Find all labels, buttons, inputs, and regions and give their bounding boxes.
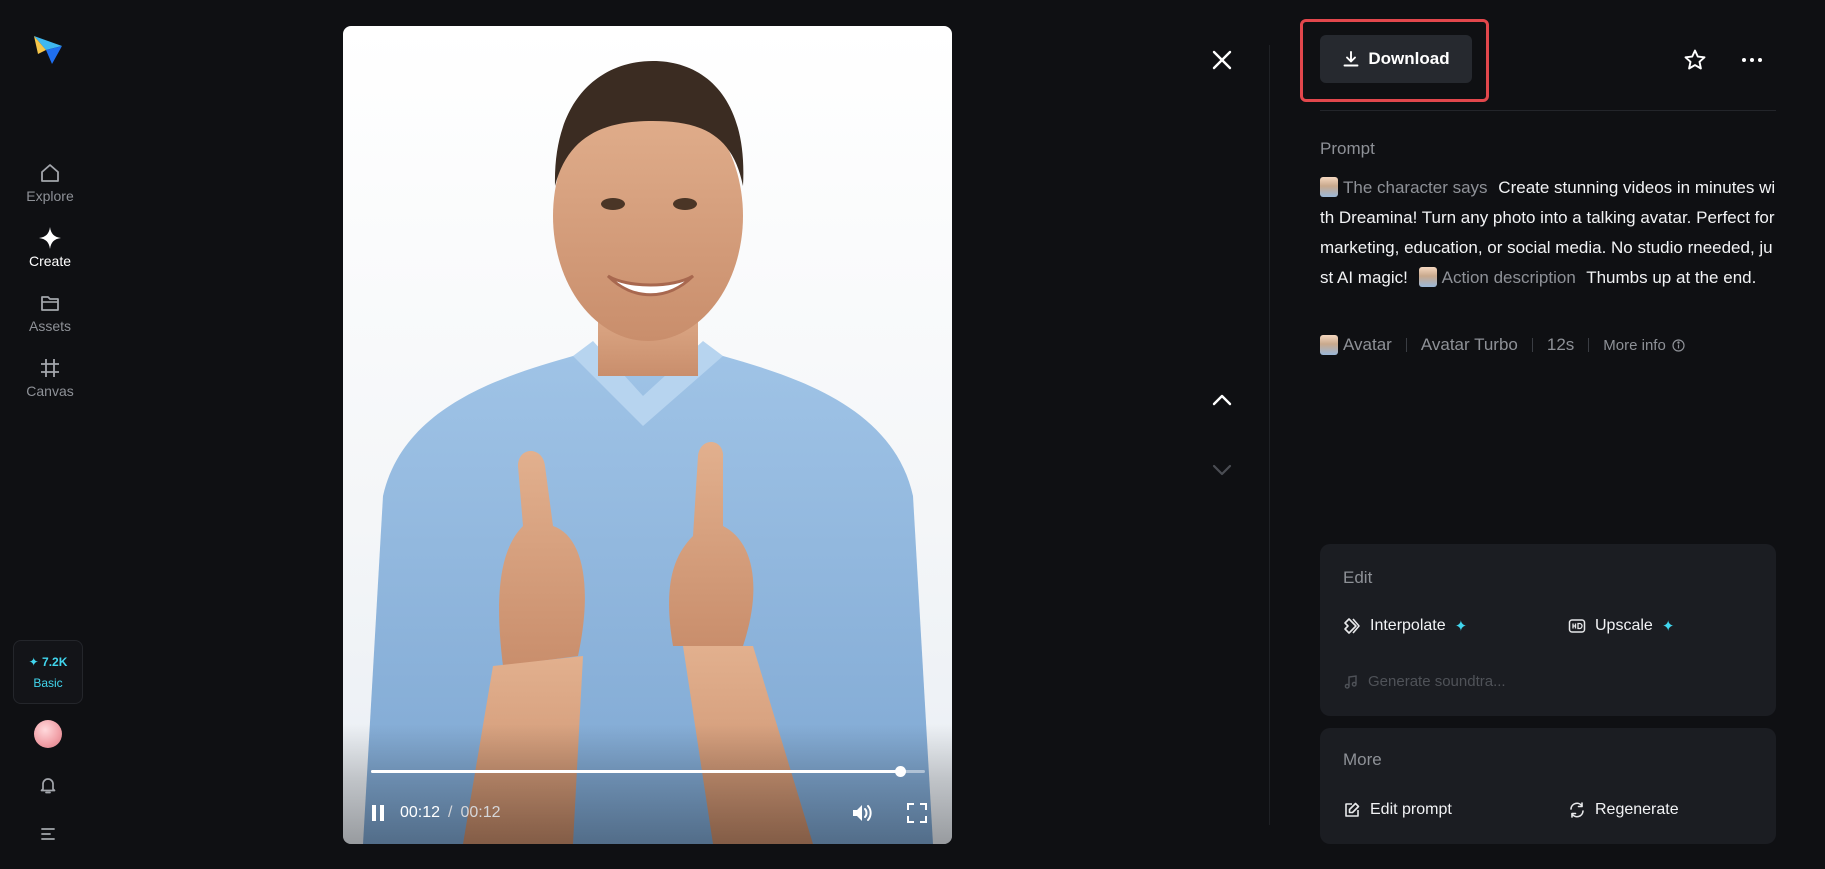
edit-card: Edit Interpolate ✦ Upscale ✦ Generate so…: [1320, 544, 1776, 716]
meta-divider: [1405, 338, 1407, 352]
more-horizontal-icon: [1742, 58, 1762, 62]
more-info-link[interactable]: More info: [1603, 337, 1685, 354]
interpolate-button[interactable]: Interpolate ✦: [1343, 617, 1467, 635]
meta-duration: 12s: [1546, 335, 1575, 354]
next-button[interactable]: [1210, 458, 1234, 482]
sparkle-icon: [38, 226, 62, 250]
volume-icon: [853, 805, 872, 821]
progress-bar[interactable]: [371, 766, 925, 777]
credits-badge[interactable]: ✦ 7.2K Basic: [13, 640, 83, 704]
sidebar-item-label: Assets: [28, 317, 71, 334]
avatar[interactable]: [34, 720, 62, 748]
pause-button[interactable]: [367, 802, 389, 824]
sidebar-item-canvas[interactable]: Canvas: [0, 349, 100, 405]
meta-divider: [1588, 338, 1590, 352]
upscale-button[interactable]: Upscale ✦: [1568, 617, 1674, 635]
character-thumbnail: [1320, 177, 1338, 197]
info-icon: [1672, 338, 1685, 352]
sidebar-item-explore[interactable]: Explore: [0, 154, 100, 210]
edit-icon: [1345, 802, 1360, 817]
prompt-text[interactable]: The character says Create stunning video…: [1320, 173, 1776, 293]
favorite-button[interactable]: [1683, 48, 1707, 72]
sparkle-icon: ✦: [1661, 618, 1675, 635]
meta-type: Avatar: [1343, 335, 1392, 354]
edit-card-title: Edit: [1343, 568, 1373, 587]
folder-icon: [38, 291, 62, 315]
fullscreen-icon: [907, 803, 927, 823]
close-button[interactable]: [1210, 48, 1234, 72]
previous-button[interactable]: [1210, 388, 1234, 412]
more-options-button[interactable]: [1740, 48, 1764, 72]
more-info-label: More info: [1603, 336, 1666, 354]
frame-icon: [38, 356, 62, 380]
video-frame-image: [363, 61, 933, 844]
action-text: Thumbs up at the end.: [1586, 268, 1757, 287]
star-icon: [1684, 49, 1706, 70]
generate-soundtrack-button[interactable]: Generate soundtra...: [1343, 673, 1506, 690]
sparkle-icon: ✦: [1454, 618, 1468, 635]
sidebar-item-label: Create: [28, 252, 72, 269]
meta-model: Avatar Turbo: [1420, 335, 1518, 354]
avatar-thumbnail: [1320, 335, 1338, 355]
total-time: 00:12: [460, 804, 501, 821]
pause-icon: [372, 805, 384, 821]
credits-value: ✦ 7.2K: [28, 654, 68, 669]
interpolate-icon: [1344, 618, 1360, 634]
chevron-up-icon: [1212, 394, 1232, 406]
hd-icon: [1568, 619, 1586, 633]
time-display: 00:12 / 00:12: [400, 804, 501, 822]
video-player[interactable]: 00:12 / 00:12: [343, 26, 952, 844]
left-sidebar: Explore Create Assets Canvas ✦ 7.2K Basi…: [0, 0, 100, 869]
download-label: Download: [1368, 49, 1450, 68]
speech-chip-label: The character says: [1343, 178, 1488, 197]
download-button[interactable]: Download: [1320, 35, 1472, 83]
sidebar-item-create[interactable]: Create: [0, 219, 100, 275]
video-controls: 00:12 / 00:12: [343, 724, 952, 844]
fullscreen-button[interactable]: [906, 802, 928, 824]
sidebar-item-label: Explore: [26, 187, 74, 204]
generate-soundtrack-label: Generate soundtra...: [1368, 673, 1506, 690]
chevron-down-icon: [1212, 464, 1232, 476]
header-divider: [1320, 110, 1776, 111]
dreamina-logo[interactable]: [32, 32, 64, 66]
progress-knob[interactable]: [895, 766, 907, 777]
sidebar-item-assets[interactable]: Assets: [0, 284, 100, 340]
download-icon: [1343, 51, 1359, 67]
more-card: More Edit prompt Regenerate: [1320, 728, 1776, 844]
panel-divider: [1269, 45, 1270, 825]
plan-label: Basic: [33, 675, 63, 690]
progress-fill: [371, 770, 901, 773]
prompt-heading: Prompt: [1320, 139, 1375, 158]
current-time: 00:12: [400, 804, 441, 821]
edit-prompt-label: Edit prompt: [1370, 801, 1452, 818]
home-icon: [38, 161, 62, 185]
regenerate-button[interactable]: Regenerate: [1568, 801, 1679, 819]
interpolate-label: Interpolate: [1370, 617, 1446, 634]
regenerate-label: Regenerate: [1595, 801, 1679, 818]
close-icon: [1212, 50, 1232, 70]
bell-icon[interactable]: [36, 773, 60, 797]
regenerate-icon: [1570, 802, 1584, 818]
music-note-icon: [1344, 674, 1357, 689]
more-card-title: More: [1343, 750, 1382, 769]
sidebar-item-label: Canvas: [26, 382, 74, 399]
meta-divider: [1531, 338, 1533, 352]
action-chip-label: Action description: [1441, 268, 1576, 287]
volume-button[interactable]: [850, 801, 874, 825]
menu-icon[interactable]: [36, 822, 60, 846]
time-separator: /: [448, 804, 453, 821]
generation-meta: Avatar Avatar Turbo 12s More info: [1320, 335, 1685, 355]
upscale-label: Upscale: [1595, 617, 1653, 634]
edit-prompt-button[interactable]: Edit prompt: [1343, 801, 1452, 819]
character-thumbnail: [1418, 267, 1437, 287]
